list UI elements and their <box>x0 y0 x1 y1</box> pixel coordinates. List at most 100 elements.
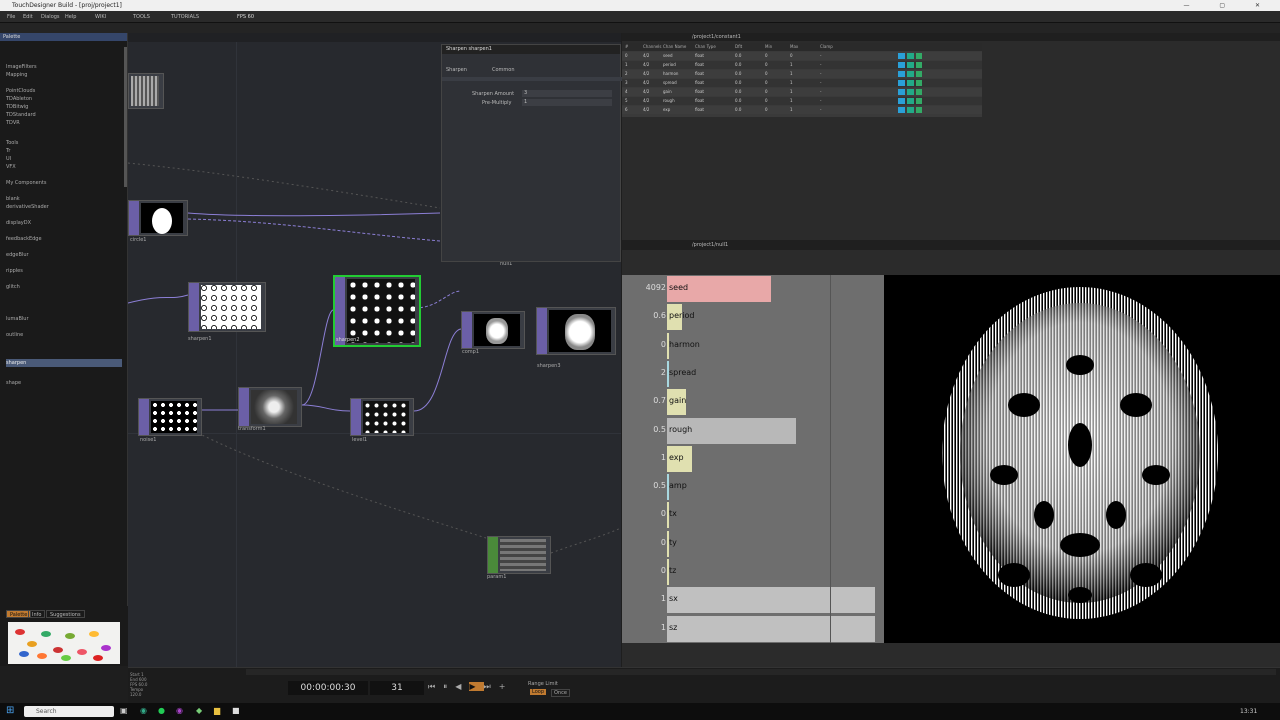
node-noise[interactable] <box>138 398 202 436</box>
loop-button[interactable]: Loop <box>530 689 546 695</box>
channel-table[interactable]: # Channels Chan Name Chan Type Dflt Min Max Cla… <box>622 43 982 117</box>
palette-item[interactable]: feedbackEdge <box>6 235 42 243</box>
palette-item[interactable]: My Components <box>6 179 47 187</box>
taskbar-search-input[interactable]: Search <box>24 706 114 717</box>
channel-row[interactable]: 0.6 period <box>622 303 884 331</box>
menu-tutorials[interactable]: TUTORIALS <box>168 13 202 21</box>
channel-flag-icons[interactable] <box>898 53 922 59</box>
channel-flag-icons[interactable] <box>898 107 922 113</box>
table-row[interactable]: 6 4/2 exp float 0.0 0 1 - <box>622 106 982 114</box>
palette-item[interactable]: ImageFilters <box>6 63 37 71</box>
table-header-cell[interactable]: Channels <box>643 44 662 49</box>
once-button[interactable]: Once <box>551 689 570 697</box>
palette-item[interactable]: outline <box>6 331 23 339</box>
palette-item[interactable]: TDAbleton <box>6 95 32 103</box>
channel-row[interactable]: 2 spread <box>622 360 884 388</box>
window-controls[interactable]: — ▢ ✕ <box>1183 0 1274 11</box>
table-header-cell[interactable]: Max <box>790 44 798 49</box>
param-tab-common[interactable]: Common <box>492 67 515 73</box>
node-sharpen-c[interactable] <box>536 307 616 355</box>
node-top-left[interactable] <box>128 73 164 109</box>
channel-flag-icons[interactable] <box>898 62 922 68</box>
spotify-icon[interactable]: ● <box>158 706 165 715</box>
node-chop[interactable] <box>487 536 551 574</box>
tab-info[interactable]: Info <box>28 610 46 618</box>
param-tab-sharpen[interactable]: Sharpen <box>446 67 467 73</box>
channel-flag-icons[interactable] <box>898 98 922 104</box>
palette-item[interactable]: PointClouds <box>6 87 35 95</box>
channel-row[interactable]: 1 sx <box>622 586 884 614</box>
palette-item[interactable]: glitch <box>6 283 20 291</box>
palette-item[interactable]: ripples <box>6 267 23 275</box>
channel-viewer[interactable]: 4092 seed 0.6 period 0 harmon 2 spread 0.7 gain 0.… <box>622 275 884 643</box>
table-header-cell[interactable]: Min <box>765 44 772 49</box>
palette-item[interactable]: lumaBlur <box>6 315 29 323</box>
table-row[interactable]: 5 4/2 rough float 0.0 0 1 - <box>622 97 982 105</box>
menu-edit[interactable]: Edit <box>20 13 36 21</box>
param-sharpen-amount-field[interactable]: 3 <box>522 90 612 97</box>
node-sharpen-a[interactable] <box>188 282 266 332</box>
channel-row[interactable]: 1 sz <box>622 615 884 643</box>
palette-item[interactable]: Mapping <box>6 71 27 79</box>
channel-row[interactable]: 0.5 amp <box>622 473 884 501</box>
frame-display[interactable]: 31 <box>370 681 424 695</box>
palette-item[interactable]: UI <box>6 155 11 163</box>
node-circle[interactable] <box>128 200 188 236</box>
windows-start-icon[interactable]: ⊞ <box>6 705 14 716</box>
task-view-icon[interactable]: ▣ <box>120 706 128 715</box>
menu-help[interactable]: Help <box>62 13 79 21</box>
folder-icon[interactable]: ▆ <box>214 706 220 715</box>
node-level[interactable] <box>350 398 414 436</box>
param-premultiply-field[interactable]: 1 <box>522 99 612 106</box>
channel-row[interactable]: 0 harmon <box>622 332 884 360</box>
touchdesigner-icon[interactable]: ◆ <box>196 706 202 715</box>
menu-tools[interactable]: TOOLS <box>130 13 153 21</box>
transport-controls[interactable]: ⏮⏸◀▶⏭+ <box>428 682 513 692</box>
table-header-cell[interactable]: Chan Type <box>695 44 716 49</box>
menu-file[interactable]: File <box>4 13 18 21</box>
channel-row[interactable]: 0.5 rough <box>622 417 884 445</box>
channel-row[interactable]: 1 exp <box>622 445 884 473</box>
channel-row[interactable]: 0 tx <box>622 501 884 529</box>
table-row[interactable]: 2 4/2 harmon float 0.0 0 1 - <box>622 70 982 78</box>
table-header-cell[interactable]: Dflt <box>735 44 742 49</box>
palette-item[interactable]: TDStandard <box>6 111 36 119</box>
table-header-cell[interactable]: Chan Name <box>663 44 686 49</box>
channel-flag-icons[interactable] <box>898 80 922 86</box>
palette-item[interactable]: TDBitwig <box>6 103 28 111</box>
browser-icon[interactable]: ◉ <box>140 706 147 715</box>
node-comp[interactable] <box>461 311 525 349</box>
palette-item-selected[interactable]: sharpen <box>6 359 122 367</box>
palette-item[interactable]: edgeBlur <box>6 251 29 259</box>
palette-item[interactable]: VFX <box>6 163 16 171</box>
table-row[interactable]: 0 4/2 seed float 0.0 0 0 - <box>622 52 982 60</box>
palette-item[interactable]: Tr <box>6 147 10 155</box>
channel-flag-icons[interactable] <box>898 89 922 95</box>
node-transform[interactable] <box>238 387 302 427</box>
palette-scrollbar[interactable] <box>124 47 127 187</box>
palette-item[interactable]: blank <box>6 195 20 203</box>
table-header-cell[interactable]: Clamp <box>820 44 833 49</box>
palette-item[interactable]: Tools <box>6 139 18 147</box>
table-row[interactable]: 4 4/2 gain float 0.0 0 1 - <box>622 88 982 96</box>
app-icon[interactable]: ◉ <box>176 706 183 715</box>
table-row[interactable]: 1 4/2 period float 0.0 0 1 - <box>622 61 982 69</box>
table-row[interactable]: 3 4/2 spread float 0.0 0 1 - <box>622 79 982 87</box>
parameter-dialog[interactable]: Sharpen sharpen1 Sharpen Common Sharpen … <box>441 44 622 262</box>
channel-row[interactable]: 0 ty <box>622 530 884 558</box>
channel-row[interactable]: 0 tz <box>622 558 884 586</box>
channel-flag-icons[interactable] <box>898 71 922 77</box>
palette-item[interactable]: displayDX <box>6 219 31 227</box>
timecode-display[interactable]: 00:00:00:30 <box>288 681 368 695</box>
terminal-icon[interactable]: ■ <box>232 706 240 715</box>
menu-wiki[interactable]: WIKI <box>92 13 109 21</box>
timeline-ruler[interactable] <box>246 669 1276 675</box>
palette-item[interactable]: derivativeShader <box>6 203 49 211</box>
table-header-cell[interactable]: # <box>625 44 628 49</box>
menu-dialogs[interactable]: Dialogs <box>38 13 63 21</box>
palette-item[interactable]: TDVR <box>6 119 20 127</box>
tab-suggestions[interactable]: Suggestions <box>46 610 85 618</box>
palette-item[interactable]: shape <box>6 379 21 387</box>
channel-row[interactable]: 0.7 gain <box>622 388 884 416</box>
channel-row[interactable]: 4092 seed <box>622 275 884 303</box>
